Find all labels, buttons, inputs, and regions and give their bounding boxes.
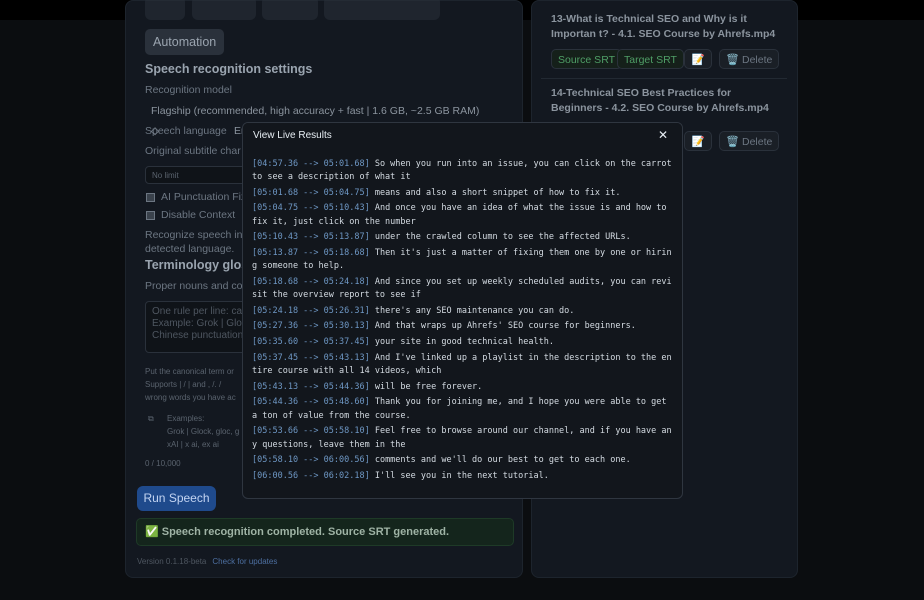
edit-icon[interactable]: 📝 xyxy=(684,49,712,69)
tab-chip-4[interactable] xyxy=(324,0,440,20)
log-timestamp: [05:35.60 --> 05:37.45] xyxy=(252,336,370,347)
delete-button[interactable]: 🗑️ Delete xyxy=(719,49,780,69)
char-limit-input[interactable]: No limit xyxy=(145,166,255,184)
target-srt-button[interactable]: Target SRT xyxy=(617,49,684,69)
tab-chip-3[interactable] xyxy=(262,0,318,20)
tab-chip-1[interactable] xyxy=(145,0,185,20)
speech-settings-heading: Speech recognition settings xyxy=(145,62,313,76)
version-text: Version 0.1.18-beta xyxy=(137,557,207,566)
check-updates-link[interactable]: Check for updates xyxy=(212,557,277,566)
live-results-modal: s the number of URLs that had the issue.… xyxy=(242,122,683,499)
punct-fix-checkbox[interactable]: AI Punctuation Fix ( xyxy=(146,191,253,203)
log-entry: [04:57.36 --> 05:01.68] So when you run … xyxy=(252,158,676,185)
examples-label: Examples: xyxy=(167,414,205,423)
log-entry: [05:44.36 --> 05:48.60] Thank you for jo… xyxy=(252,396,676,423)
source-srt-button[interactable]: Source SRT xyxy=(551,49,622,69)
log-text: there's any SEO maintenance you can do. xyxy=(374,305,575,316)
log-text: your site in good technical health. xyxy=(374,336,554,347)
status-message: ✅ Speech recognition completed. Source S… xyxy=(136,518,514,546)
language-label: Speech language xyxy=(145,125,227,137)
glossary-textarea[interactable]: One rule per line: ca Example: Grok | Gl… xyxy=(145,301,255,353)
edit-icon[interactable]: 📝 xyxy=(684,131,712,151)
log-timestamp: [05:10.43 --> 05:13.87] xyxy=(252,232,370,243)
disable-context-checkbox[interactable]: Disable Context xyxy=(146,209,235,221)
log-text: means and also a short snippet of how to… xyxy=(374,187,621,198)
log-text: I'll see you in the next tutorial. xyxy=(374,470,549,481)
log-timestamp: [05:44.36 --> 05:48.60] xyxy=(252,397,370,408)
log-timestamp: [05:37.45 --> 05:43.13] xyxy=(252,352,370,363)
log-entry: [05:58.10 --> 06:00.56] comments and we'… xyxy=(252,454,676,467)
log-entry: [06:00.56 --> 06:02.18] I'll see you in … xyxy=(252,470,676,483)
log-entry: [05:43.13 --> 05:44.36] will be free for… xyxy=(252,381,676,394)
checkbox-icon xyxy=(146,210,155,220)
log-entry: [05:53.66 --> 05:58.10] Feel free to bro… xyxy=(252,425,676,452)
log-entry: [05:37.45 --> 05:43.13] And I've linked … xyxy=(252,352,676,379)
log-text: will be free forever. xyxy=(374,381,483,392)
examples-box: ⧉ Examples: Grok | Glock, gloc, g xAI | … xyxy=(140,407,250,455)
log-timestamp: [05:24.18 --> 05:26.31] xyxy=(252,305,370,316)
log-entry: [05:35.60 --> 05:37.45] your site in goo… xyxy=(252,336,676,349)
tab-chip-2[interactable] xyxy=(192,0,256,20)
model-label: Recognition model xyxy=(145,84,232,96)
examples-line-1: Grok | Glock, gloc, g xyxy=(167,427,240,436)
modal-header: View Live Results ✕ xyxy=(243,123,682,150)
file-title-13: 13-What is Technical SEO and Why is it I… xyxy=(551,13,776,40)
log-entry: [05:01.68 --> 05:04.75] means and also a… xyxy=(252,187,676,200)
log-timestamp: [05:13.87 --> 05:18.68] xyxy=(252,247,370,258)
file-title-14: 14-Technical SEO Best Practices for Begi… xyxy=(551,87,769,114)
log-entry: [05:24.18 --> 05:26.31] there's any SEO … xyxy=(252,305,676,318)
tab-automation[interactable]: Automation xyxy=(145,29,225,55)
log-entry: [05:18.68 --> 05:24.18] And since you se… xyxy=(252,276,676,303)
checkbox-icon xyxy=(146,192,155,202)
log-timestamp: [05:58.10 --> 06:00.56] xyxy=(252,455,370,466)
disable-context-label: Disable Context xyxy=(161,209,236,221)
log-entry: [05:27.36 --> 05:30.13] And that wraps u… xyxy=(252,320,676,333)
close-icon[interactable]: ✕ xyxy=(658,128,668,142)
copy-icon[interactable]: ⧉ xyxy=(148,413,154,426)
recognize-note-1: Recognize speech in v xyxy=(145,229,251,241)
modal-title: View Live Results xyxy=(253,130,332,141)
log-timestamp: [06:00.56 --> 06:02.18] xyxy=(252,470,370,481)
live-results-log: s the number of URLs that had the issue.… xyxy=(252,143,676,485)
run-speech-button[interactable]: Run Speech xyxy=(137,486,216,511)
delete-button[interactable]: 🗑️ Delete xyxy=(719,131,780,151)
log-entry: [05:10.43 --> 05:13.87] under the crawle… xyxy=(252,231,676,244)
file-divider xyxy=(541,78,787,79)
model-select[interactable]: Flagship (recommended, high accuracy + f… xyxy=(145,101,481,137)
recognize-note-2: detected language. xyxy=(145,243,235,255)
log-timestamp: [04:57.36 --> 05:01.68] xyxy=(252,158,370,169)
log-entry: [05:04.75 --> 05:10.43] And once you hav… xyxy=(252,202,676,229)
char-counter: 0 / 10,000 xyxy=(145,459,181,468)
log-timestamp: [05:04.75 --> 05:10.43] xyxy=(252,203,370,214)
punct-fix-label: AI Punctuation Fix ( xyxy=(161,191,253,203)
proper-nouns-label: Proper nouns and con xyxy=(145,280,249,292)
log-text: And that wraps up Ahrefs' SEO course for… xyxy=(374,321,636,332)
log-timestamp: [05:53.66 --> 05:58.10] xyxy=(252,426,370,437)
examples-line-2: xAI | x ai, ex ai xyxy=(167,440,219,449)
log-timestamp: [05:18.68 --> 05:24.18] xyxy=(252,276,370,287)
log-timestamp: [05:01.68 --> 05:04.75] xyxy=(252,187,370,198)
log-timestamp: [05:43.13 --> 05:44.36] xyxy=(252,381,370,392)
log-timestamp: [05:27.36 --> 05:30.13] xyxy=(252,321,370,332)
canonical-note-1: Put the canonical term or xyxy=(145,367,234,376)
terminology-heading: Terminology gloss xyxy=(145,258,256,272)
log-text: comments and we'll do our best to get to… xyxy=(374,455,631,466)
canonical-note-2: Supports | / | and , /. / xyxy=(145,380,222,389)
version-info: Version 0.1.18-beta Check for updates xyxy=(137,557,277,566)
log-text: under the crawled column to see the affe… xyxy=(374,232,631,243)
canonical-note-3: wrong words you have ac xyxy=(145,393,236,402)
log-entry: [05:13.87 --> 05:18.68] Then it's just a… xyxy=(252,247,676,274)
char-limit-label: Original subtitle char l xyxy=(145,145,246,157)
